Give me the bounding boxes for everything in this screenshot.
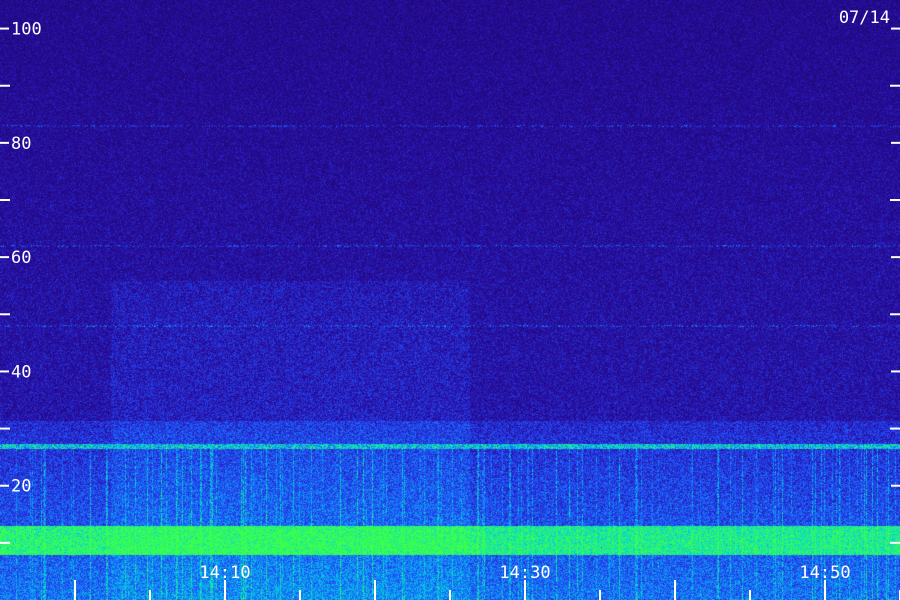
x-ticks — [74, 580, 900, 600]
x-tick-label: 14:50 — [799, 563, 850, 583]
x-tick-label: 14:10 — [199, 563, 250, 583]
y-tick-label: 20 — [11, 477, 31, 497]
y-major-ticks — [0, 27, 900, 487]
y-minor-ticks — [0, 84, 900, 544]
y-tick-label: 100 — [11, 20, 42, 40]
y-tick-label: 40 — [11, 362, 31, 382]
date-label: 07/14 — [839, 8, 890, 28]
y-tick-label: 80 — [11, 134, 31, 154]
x-axis-labels: 14:10 14:30 14:50 — [199, 563, 850, 583]
spectrogram: 100 80 60 40 20 14:10 14:30 14:50 07/14 — [0, 0, 900, 600]
x-tick-label: 14:30 — [499, 563, 550, 583]
y-axis-labels: 100 80 60 40 20 — [11, 20, 42, 497]
y-tick-label: 60 — [11, 248, 31, 268]
spectrogram-overlay: 100 80 60 40 20 14:10 14:30 14:50 07/14 — [0, 8, 900, 600]
